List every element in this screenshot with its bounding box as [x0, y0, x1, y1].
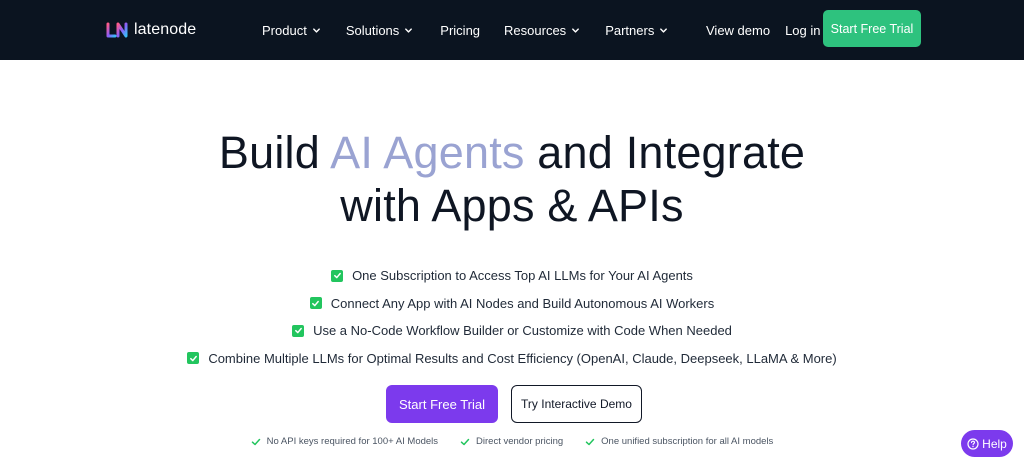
nav-item-product[interactable]: Product — [262, 23, 321, 38]
login-link[interactable]: Log in — [785, 23, 820, 38]
nav-item-solutions[interactable]: Solutions — [346, 23, 413, 38]
checkbox-checked-icon — [309, 297, 322, 310]
feature-text: Use a No-Code Workflow Builder or Custom… — [313, 323, 732, 339]
try-interactive-demo-button[interactable]: Try Interactive Demo — [511, 385, 642, 423]
check-icon — [460, 438, 470, 445]
nav-item-label: Pricing — [440, 22, 481, 38]
chevron-down-icon — [312, 27, 320, 33]
view-demo-link[interactable]: View demo — [706, 23, 770, 38]
help-button[interactable]: Help — [961, 430, 1013, 457]
benefit-notes: No API keys required for 100+ AI Models … — [0, 436, 1024, 447]
feature-item: Use a No-Code Workflow Builder or Custom… — [0, 317, 1024, 345]
checkbox-checked-icon — [331, 269, 344, 282]
nav-item-label: Resources — [504, 22, 567, 38]
feature-item: One Subscription to Access Top AI LLMs f… — [0, 262, 1024, 290]
hero-title-line2: with Apps & APIs — [340, 180, 684, 231]
chevron-down-icon — [572, 27, 580, 33]
feature-item: Connect Any App with AI Nodes and Build … — [0, 290, 1024, 318]
benefit-note-text: One unified subscription for all AI mode… — [601, 436, 774, 447]
feature-list: One Subscription to Access Top AI LLMs f… — [0, 262, 1024, 372]
nav-actions: View demo Log in — [706, 0, 821, 60]
brand-name: latenode — [134, 21, 197, 38]
benefit-note: Direct vendor pricing — [460, 436, 563, 447]
top-navbar: latenode Product Solutions Pricing Resou… — [0, 0, 1024, 60]
hero-title-post: and Integrate — [524, 127, 806, 178]
checkbox-checked-icon — [187, 352, 200, 365]
check-icon — [585, 438, 595, 445]
benefit-note-text: Direct vendor pricing — [476, 436, 564, 447]
benefit-note: One unified subscription for all AI mode… — [585, 436, 773, 447]
main-menu: Product Solutions Pricing Resources Part… — [262, 0, 668, 60]
checkbox-checked-icon — [292, 324, 305, 337]
question-circle-icon — [967, 437, 979, 450]
nav-item-resources[interactable]: Resources — [504, 23, 580, 38]
check-icon — [251, 438, 260, 445]
hero-title-pre: Build — [218, 127, 331, 178]
brand-logo[interactable]: latenode — [106, 18, 196, 42]
feature-text: One Subscription to Access Top AI LLMs f… — [352, 268, 693, 284]
latenode-logo-icon — [106, 22, 128, 38]
nav-item-label: Solutions — [345, 22, 400, 38]
feature-item: Combine Multiple LLMs for Optimal Result… — [0, 345, 1024, 373]
chevron-down-icon — [405, 27, 413, 33]
benefit-note: No API keys required for 100+ AI Models — [251, 436, 438, 447]
hero-title-accent: AI Agents — [330, 127, 525, 178]
help-label: Help — [982, 436, 1007, 451]
start-free-trial-button[interactable]: Start Free Trial — [386, 385, 498, 423]
nav-item-partners[interactable]: Partners — [605, 23, 668, 38]
hero-title: Build AI Agents and Integrate with Apps … — [0, 126, 1024, 232]
start-free-trial-nav-button[interactable]: Start Free Trial — [823, 10, 921, 47]
chevron-down-icon — [660, 27, 668, 33]
hero-title-line1: Build AI Agents and Integrate — [219, 127, 805, 178]
benefit-note-text: No API keys required for 100+ AI Models — [266, 436, 439, 447]
feature-text: Combine Multiple LLMs for Optimal Result… — [208, 350, 837, 366]
nav-item-label: Product — [262, 22, 307, 38]
feature-text: Connect Any App with AI Nodes and Build … — [330, 295, 715, 311]
nav-item-pricing[interactable]: Pricing — [440, 23, 480, 38]
nav-item-label: Partners — [605, 22, 655, 38]
